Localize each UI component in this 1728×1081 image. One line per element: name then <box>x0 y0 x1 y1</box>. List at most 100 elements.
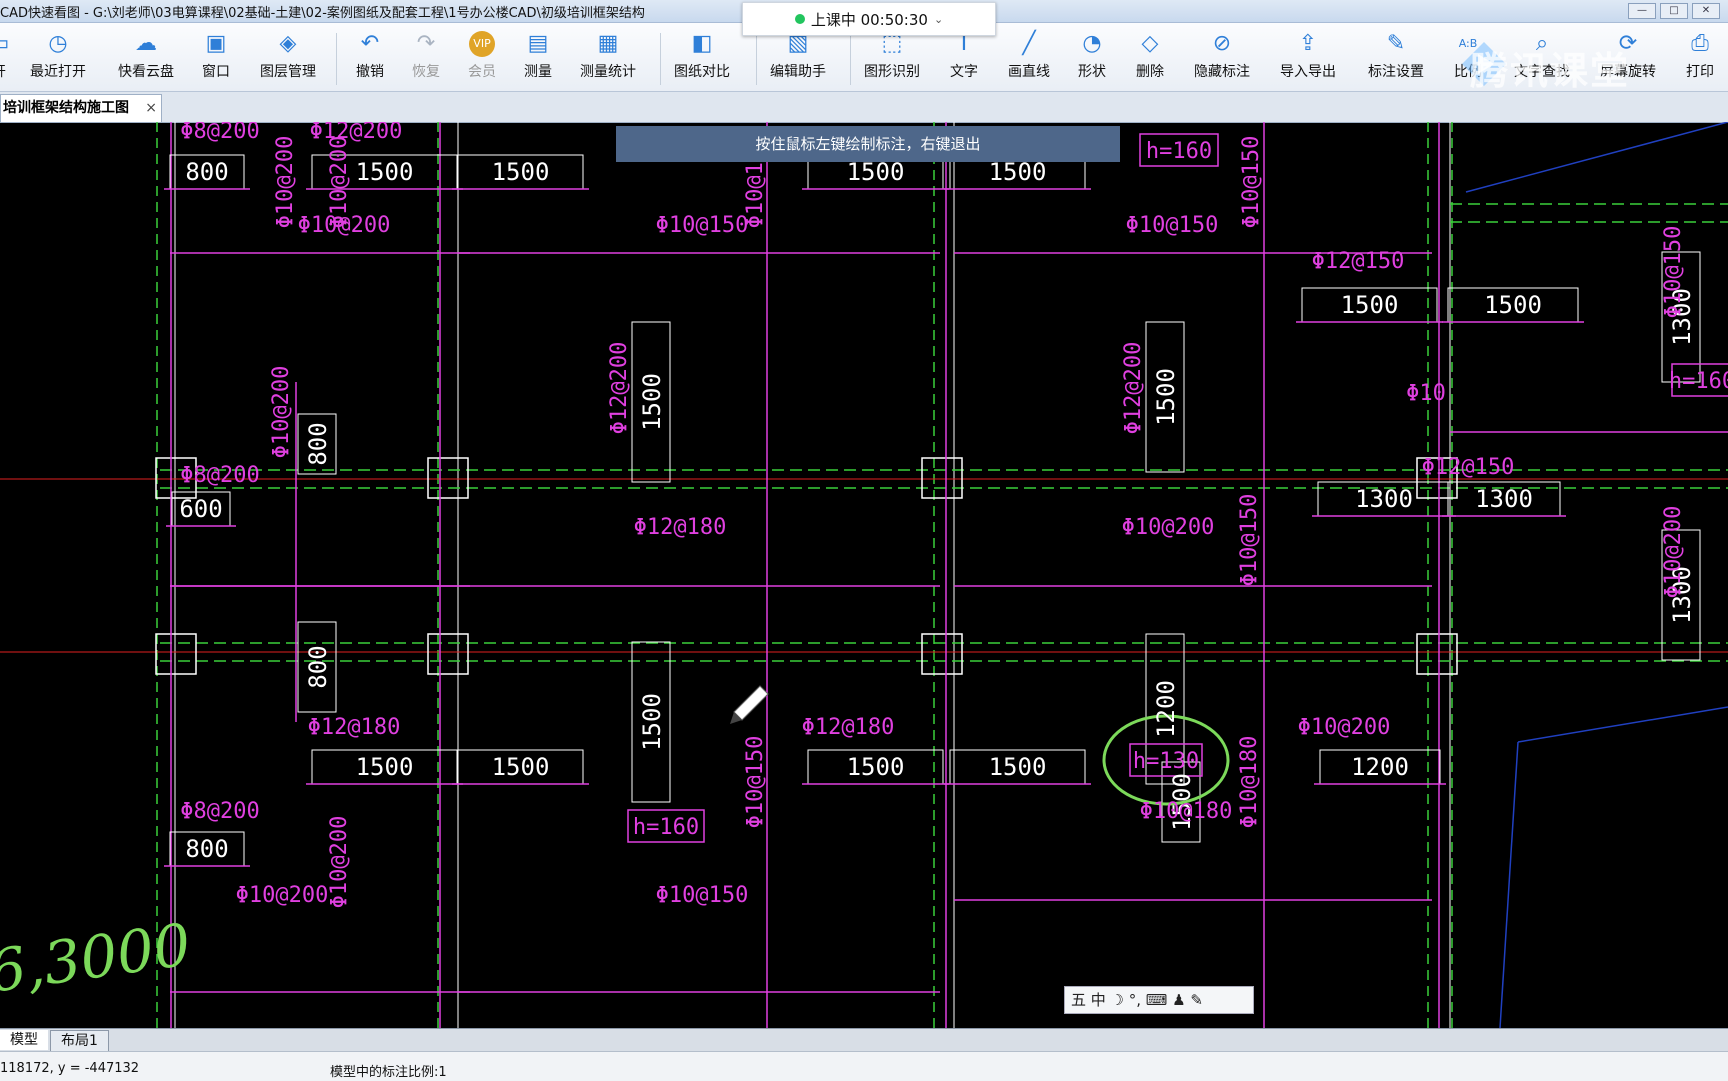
boundary-line <box>1465 122 1728 193</box>
height-tag: h=130 <box>1133 749 1199 774</box>
draw-hint-banner: 按住鼠标左键绘制标注，右键退出 <box>616 126 1120 162</box>
toolbar-item-vip[interactable]: VIP 会员 <box>468 31 496 89</box>
line-icon: ╱ <box>1022 31 1036 56</box>
toolbar-item-label: 标注设置 <box>1368 64 1424 80</box>
rebar-annotation: Φ10@200 <box>1298 715 1391 740</box>
toolbar-item-label: 形状 <box>1078 64 1106 80</box>
dimension-label: 800 <box>304 422 332 465</box>
annotation-settings-icon: ✎ <box>1386 31 1406 56</box>
toolbar-item-text[interactable]: T 文字 <box>950 31 978 89</box>
toolbar-item-label: 编辑助手 <box>770 64 826 80</box>
rebar-annotation: Φ10@150 <box>656 213 749 238</box>
dimension-label: 600 <box>179 495 222 523</box>
shape-icon: ◔ <box>1082 31 1102 56</box>
rebar-annotation: Φ12@150 <box>1312 249 1405 274</box>
ime-toolbar[interactable]: 五 中 ☽ °, ⌨ ♟ ✎ <box>1064 986 1254 1014</box>
folder-icon: ▭ <box>0 31 12 57</box>
toolbar-item-import-export[interactable]: ⇪ 导入导出 <box>1280 31 1336 89</box>
maximize-button[interactable]: □ <box>1660 3 1688 19</box>
document-tab-label: 培训框架结构施工图 <box>3 100 129 116</box>
vip-icon: VIP <box>469 31 495 57</box>
rebar-annotation: Φ10@200 <box>327 136 352 229</box>
rebar-annotation: Φ8@200 <box>180 122 259 144</box>
toolbar-item-measure-stats[interactable]: ▦ 测量统计 <box>580 31 636 89</box>
document-tab-bar: 培训框架结构施工图 × <box>0 92 1728 123</box>
toolbar-item-print[interactable]: ⎙ 打印 <box>1686 31 1714 89</box>
toolbar-item-label: 图层管理 <box>260 64 316 80</box>
toolbar-item-label: 隐藏标注 <box>1194 64 1250 80</box>
height-tag: h=160 <box>1669 369 1728 394</box>
dimension-label: 1500 <box>1484 291 1542 319</box>
live-class-status[interactable]: 上课中 00:50:30 ⌄ <box>742 2 996 36</box>
rebar-annotation: Φ10 <box>1406 381 1446 406</box>
rebar-annotation: Φ10@200 <box>1661 506 1686 599</box>
rebar-lines <box>164 122 1728 1028</box>
rebar-annotation: Φ12@180 <box>802 715 895 740</box>
dimension-label: 1500 <box>638 693 666 751</box>
redo-icon: ↷ <box>416 31 436 56</box>
rebar-annotation: Φ10@150 <box>1239 136 1264 229</box>
watermark-text: 腾讯课堂 <box>1470 49 1631 93</box>
dimension-label: 1200 <box>1351 753 1409 781</box>
toolbar-item-label: 开 <box>0 61 12 81</box>
toolbar-item-cloud[interactable]: ☁ 快看云盘 <box>118 31 174 89</box>
toolbar-item-line[interactable]: ╱ 画直线 <box>1008 31 1050 89</box>
compare-icon: ◧ <box>691 31 713 56</box>
toolbar-item-redo[interactable]: ↷ 恢复 <box>412 31 440 89</box>
toolbar-item-label: 撤销 <box>356 64 384 80</box>
window-icon: ▣ <box>205 31 227 56</box>
status-bar: 118172, y = -447132 模型中的标注比例:1 <box>0 1051 1728 1081</box>
dimension-label: 1500 <box>638 373 666 431</box>
toolbar-separator <box>336 33 337 85</box>
layers-icon: ◈ <box>279 31 297 56</box>
toolbar-item-window[interactable]: ▣ 窗口 <box>202 31 230 89</box>
hide-annotation-icon: ⊘ <box>1212 31 1232 56</box>
minimize-button[interactable]: — <box>1628 3 1656 19</box>
toolbar-item-annotation-settings[interactable]: ✎ 标注设置 <box>1368 31 1424 89</box>
toolbar-item-label: 窗口 <box>202 64 230 80</box>
toolbar-item-ruler[interactable]: ▤ 测量 <box>524 31 552 89</box>
dimension-label: 1500 <box>356 158 414 186</box>
toolbar-item-shape[interactable]: ◔ 形状 <box>1078 31 1106 89</box>
column-section <box>921 457 963 499</box>
toolbar-item-label: 图形识别 <box>864 64 920 80</box>
chevron-down-icon[interactable]: ⌄ <box>934 13 943 26</box>
dimension-label: 1300 <box>1355 485 1413 513</box>
dimension-label: 1500 <box>1152 368 1180 426</box>
close-tab-icon[interactable]: × <box>145 95 157 121</box>
toolbar-item-undo[interactable]: ↶ 撤销 <box>356 31 384 89</box>
undo-icon: ↶ <box>360 31 380 56</box>
document-tab[interactable]: 培训框架结构施工图 × <box>0 94 162 122</box>
pen-cursor-icon <box>730 685 769 724</box>
rebar-annotation: Φ10@150 <box>656 883 749 908</box>
rebar-annotation: Φ12@200 <box>1121 342 1146 435</box>
toolbar-item-label: 打印 <box>1686 64 1714 80</box>
toolbar-item-label: 测量 <box>524 64 552 80</box>
dimension-label: 1500 <box>356 753 414 781</box>
tab-model[interactable]: 模型 <box>0 1030 48 1050</box>
layout-tabs: 模型 布局1 <box>0 1028 1728 1052</box>
dimension-label: 1500 <box>989 753 1047 781</box>
rebar-annotation: Φ10@180 <box>1140 799 1233 824</box>
rebar-annotation: Φ10@150 <box>1661 226 1686 319</box>
toolbar-item-clock[interactable]: ◷ 最近打开 <box>30 31 86 89</box>
dimension-label: 1500 <box>847 158 905 186</box>
live-dot-icon <box>794 14 805 24</box>
toolbar-item-shape-recognition[interactable]: ⬚ 图形识别 <box>864 31 920 89</box>
window-controls: — □ ✕ <box>1628 3 1720 19</box>
toolbar-item-eraser[interactable]: ◇ 删除 <box>1136 31 1164 89</box>
toolbar-item-folder[interactable]: ▭开 <box>0 31 12 89</box>
ruler-icon: ▤ <box>527 31 549 56</box>
toolbar-item-edit-assistant[interactable]: ▧ 编辑助手 <box>770 31 826 89</box>
live-status-text: 上课中 00:50:30 <box>810 10 928 29</box>
cad-drawing-canvas[interactable]: 800 1500 1500 1500 1500 1500 1500 1300 1300 600 15… <box>0 122 1728 1028</box>
close-button[interactable]: ✕ <box>1692 3 1720 19</box>
import-export-icon: ⇪ <box>1298 31 1318 56</box>
toolbar-item-layers[interactable]: ◈ 图层管理 <box>260 31 316 89</box>
toolbar-item-label: 删除 <box>1136 64 1164 80</box>
dimension-label: 1300 <box>1475 485 1533 513</box>
tab-layout1[interactable]: 布局1 <box>50 1030 109 1052</box>
rebar-annotation: Φ10@200 <box>1122 515 1215 540</box>
toolbar-item-hide-annotation[interactable]: ⊘ 隐藏标注 <box>1194 31 1250 89</box>
toolbar-item-compare[interactable]: ◧ 图纸对比 <box>674 31 730 89</box>
